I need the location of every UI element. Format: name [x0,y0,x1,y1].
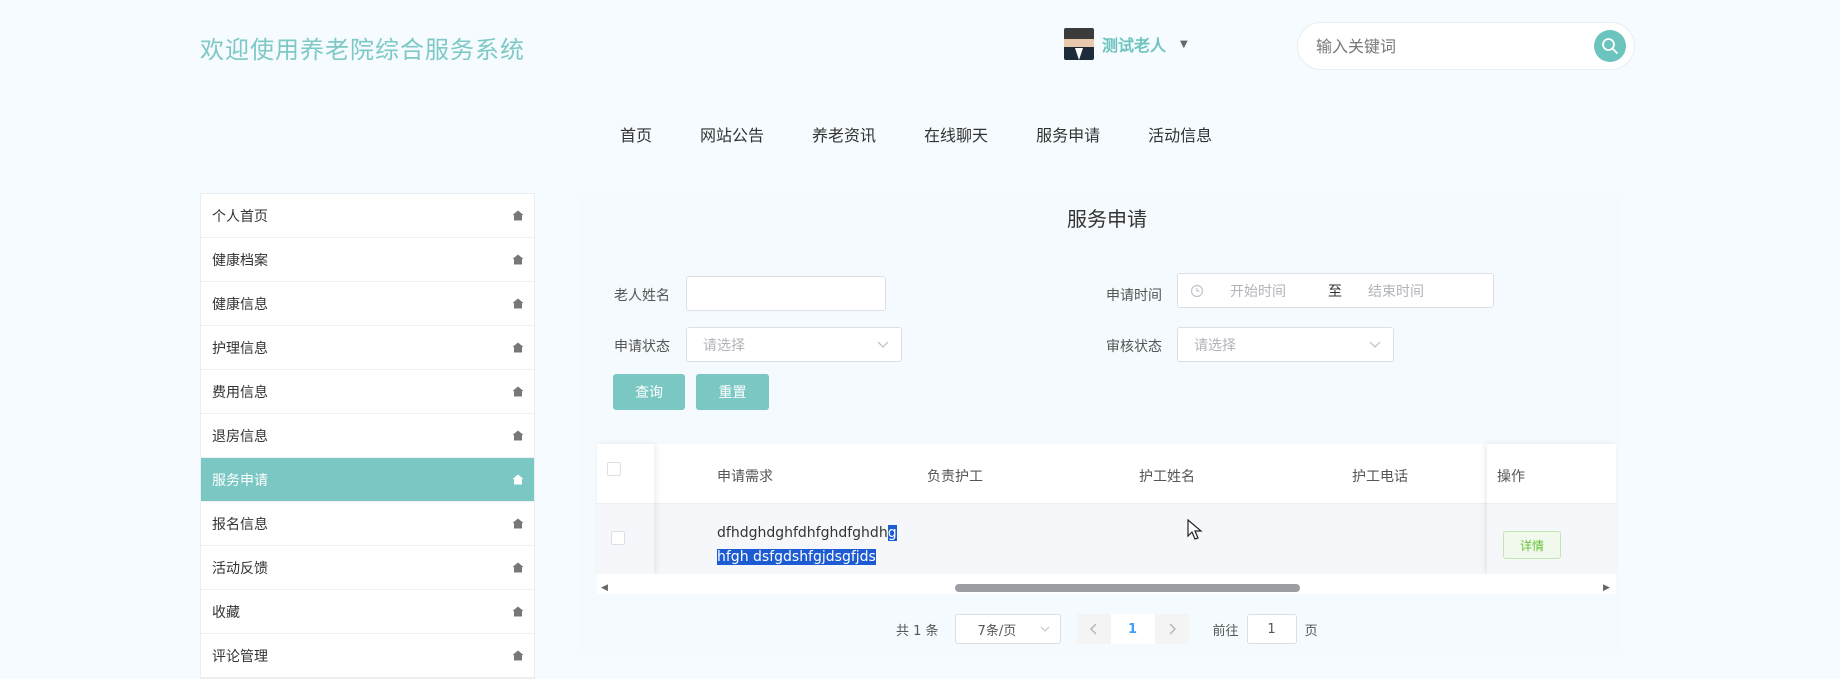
chevron-down-icon [1040,626,1049,632]
home-icon [512,650,524,661]
home-icon [512,474,524,485]
home-icon [512,562,524,573]
home-icon [512,298,524,309]
request-text-selected-line2: hfgh dsfgdshfgjdsgfjds [717,549,876,565]
apply-time-label: 申请时间 [1106,288,1162,304]
nav-home[interactable]: 首页 [620,122,652,146]
clock-icon [1190,284,1204,297]
sidebar-item[interactable]: 收藏 [201,590,534,634]
apply-time-range[interactable]: 开始时间 至 结束时间 [1177,273,1494,308]
avatar [1064,28,1094,60]
col-request: 申请需求 [717,469,773,485]
review-status-select[interactable]: 请选择 [1177,327,1394,362]
home-icon [512,430,524,441]
page-unit-label: 页 [1304,623,1318,639]
chevron-right-icon [1169,623,1176,635]
apply-status-select[interactable]: 请选择 [686,327,902,362]
sidebar-item-label: 健康信息 [212,296,268,313]
query-button[interactable]: 查询 [613,374,685,410]
chevron-down-icon: ▼ [1180,38,1188,50]
sidebar-item[interactable]: 活动反馈 [201,546,534,590]
detail-button[interactable]: 详情 [1503,531,1561,559]
sidebar-item[interactable]: 服务申请 [201,458,534,502]
fixed-left-column [597,444,654,574]
sidebar-item-label: 服务申请 [212,472,268,489]
col-caretaker-name: 护工姓名 [1139,469,1195,485]
apply-status-label: 申请状态 [614,339,670,355]
search-icon [1602,38,1618,54]
start-time-input[interactable]: 开始时间 [1230,281,1320,301]
nav-chat[interactable]: 在线聊天 [924,122,988,146]
sidebar-item-label: 个人首页 [212,208,268,225]
request-text-plain: dfhdghdghfdhfghdfghdh [717,525,888,541]
col-caretaker-phone: 护工电话 [1352,469,1408,485]
total-count: 共 1 条 [896,623,939,639]
search-button[interactable] [1594,30,1626,62]
sidebar-item-label: 健康档案 [212,252,268,269]
chevron-down-icon [1369,341,1381,348]
sidebar-item-label: 活动反馈 [212,560,268,577]
table-header: 申请需求 负责护工 护工姓名 护工电话 操作 [597,444,1616,504]
prev-page-button[interactable] [1076,614,1111,644]
sidebar-item-label: 退房信息 [212,428,268,445]
review-status-label: 审核状态 [1106,339,1162,355]
next-page-button[interactable] [1154,614,1189,644]
sidebar-item[interactable]: 护理信息 [201,326,534,370]
sidebar-item[interactable]: 报名信息 [201,502,534,546]
sidebar-item-label: 收藏 [212,604,240,621]
end-time-input[interactable]: 结束时间 [1368,281,1424,301]
sidebar-item[interactable]: 费用信息 [201,370,534,414]
scroll-left-icon[interactable]: ◀ [601,583,608,593]
row-checkbox[interactable] [611,531,625,545]
chevron-left-icon [1089,623,1097,635]
sidebar-item[interactable]: 退房信息 [201,414,534,458]
service-apply-table: 申请需求 负责护工 护工姓名 护工电话 操作 dfhdghdghfdhfghdf… [597,444,1616,594]
home-icon [512,210,524,221]
page-size-value: 7条/页 [977,623,1017,639]
sidebar-item-label: 报名信息 [212,516,268,533]
sidebar-item[interactable]: 个人首页 [201,194,534,238]
elder-name-label: 老人姓名 [614,288,670,304]
nav-service-apply[interactable]: 服务申请 [1036,122,1100,146]
nav-notice[interactable]: 网站公告 [700,122,764,146]
chevron-down-icon [877,341,889,348]
sidebar: 个人首页健康档案健康信息护理信息费用信息退房信息服务申请报名信息活动反馈收藏评论… [200,193,535,679]
page-size-select[interactable]: 7条/页 [954,614,1061,644]
goto-page-input[interactable] [1246,614,1297,644]
apply-status-placeholder: 请选择 [703,337,745,354]
scrollbar-thumb[interactable] [955,584,1300,592]
range-separator: 至 [1328,283,1342,300]
page-title: 服务申请 [1067,207,1147,231]
goto-label: 前往 [1212,623,1239,639]
col-caretaker: 负责护工 [927,469,983,485]
user-name: 测试老人 [1102,36,1167,55]
home-icon [512,254,524,265]
mouse-cursor-icon [1187,519,1203,540]
nav-activity[interactable]: 活动信息 [1148,122,1212,146]
sidebar-item-label: 护理信息 [212,340,268,357]
sidebar-item[interactable]: 评论管理 [201,634,534,678]
site-title: 欢迎使用养老院综合服务系统 [200,36,525,64]
reset-button[interactable]: 重置 [696,374,769,410]
review-status-placeholder: 请选择 [1194,337,1236,354]
elder-name-input[interactable] [686,276,886,311]
sidebar-item[interactable]: 健康档案 [201,238,534,282]
nav-news[interactable]: 养老资讯 [812,122,876,146]
main-nav: 首页 网站公告 养老资讯 在线聊天 服务申请 活动信息 [620,122,1212,146]
home-icon [512,342,524,353]
sidebar-item-label: 评论管理 [212,648,268,665]
home-icon [512,606,524,617]
scroll-right-icon[interactable]: ▶ [1603,583,1610,593]
request-cell: dfhdghdghfdhfghdfghdhg hfgh dsfgdshfgjds… [717,521,907,569]
user-menu[interactable]: 测试老人 ▼ [1064,28,1188,60]
request-text-selected: g [887,525,897,541]
search-input[interactable] [1314,35,1584,57]
home-icon [512,518,524,529]
pagination: 共 1 条 7条/页 1 前往 页 [896,614,1318,644]
search-box [1297,22,1635,70]
sidebar-item-label: 费用信息 [212,384,268,401]
home-icon [512,386,524,397]
sidebar-item[interactable]: 健康信息 [201,282,534,326]
page-number-current[interactable]: 1 [1110,614,1155,644]
